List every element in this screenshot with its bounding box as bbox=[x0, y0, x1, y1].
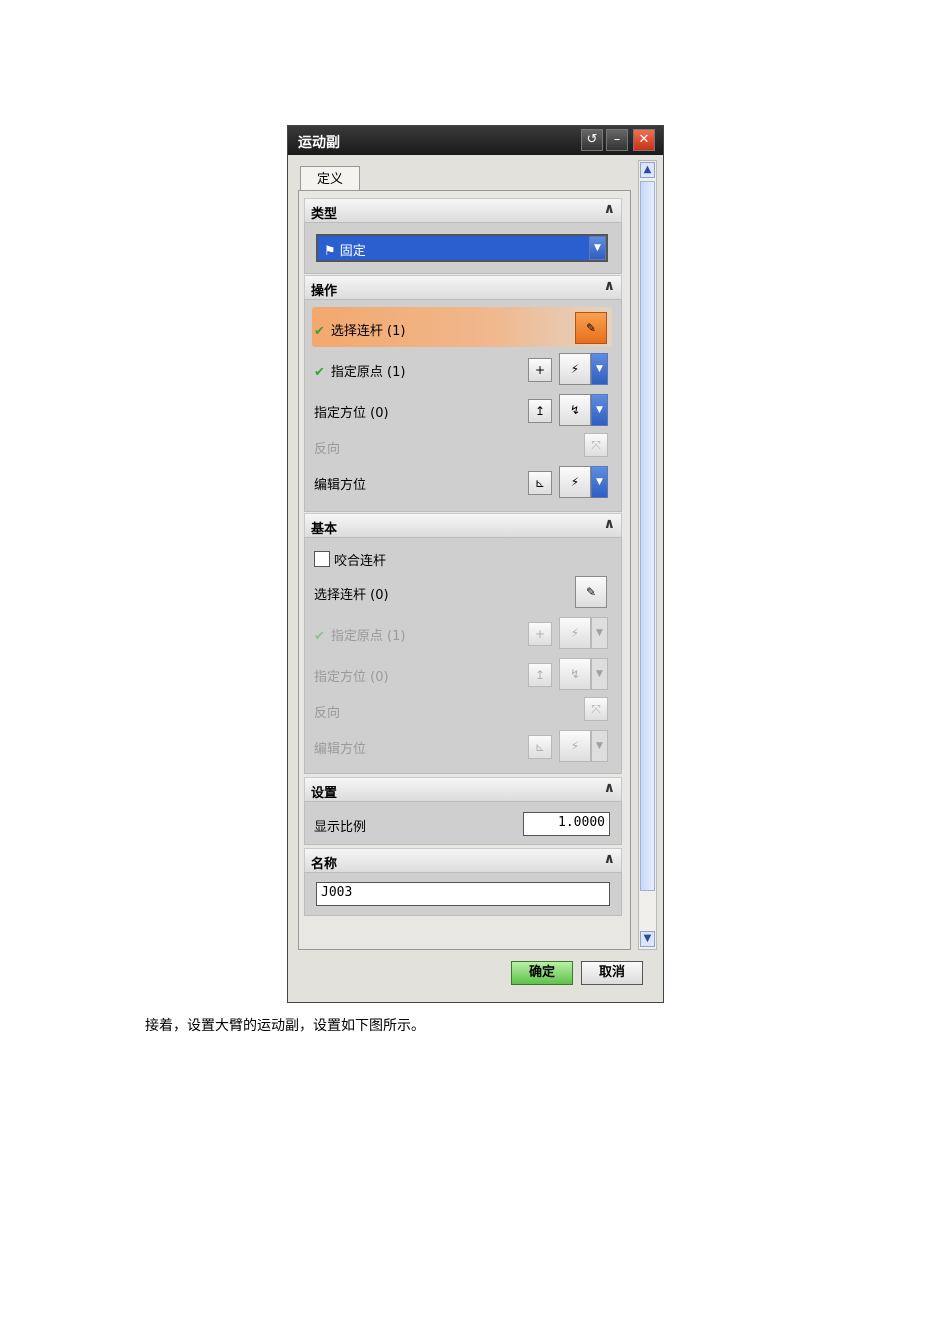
checkmark-icon: ✔ bbox=[314, 324, 325, 339]
base-csys-dialog-icon[interactable]: ⊾ bbox=[528, 735, 552, 759]
csys-dialog-icon[interactable]: ⊾ bbox=[528, 471, 552, 495]
base-specify-orientation-label: 指定方位 (0) bbox=[314, 670, 389, 685]
csys-dropdown-arrow-icon[interactable]: ▼ bbox=[591, 466, 608, 498]
collapse-icon[interactable]: ∧ bbox=[604, 780, 615, 796]
base-select-link-label: 选择连杆 (0) bbox=[314, 588, 389, 603]
collapse-icon[interactable]: ∧ bbox=[604, 851, 615, 867]
origin-dropdown-arrow-icon[interactable]: ▼ bbox=[591, 353, 608, 385]
tab-definition[interactable]: 定义 bbox=[300, 166, 360, 192]
edit-orientation-label: 编辑方位 bbox=[314, 478, 367, 493]
base-reverse-row: 反向 bbox=[314, 702, 340, 721]
specify-orientation-row: 指定方位 (0) bbox=[314, 402, 389, 421]
base-select-link-pencil-icon[interactable]: ✎ bbox=[575, 576, 607, 608]
point-inference-icon[interactable]: ⚡ bbox=[559, 353, 591, 385]
collapse-icon[interactable]: ∧ bbox=[604, 278, 615, 294]
mesh-link-row[interactable]: 咬合连杆 bbox=[314, 550, 386, 569]
scroll-up-icon[interactable]: ▲ bbox=[640, 162, 655, 178]
section-header-type[interactable]: 类型 ∧ bbox=[304, 198, 622, 223]
section-header-base[interactable]: 基本 ∧ bbox=[304, 513, 622, 538]
mesh-link-checkbox[interactable] bbox=[314, 551, 330, 567]
base-reverse-label: 反向 bbox=[314, 706, 341, 721]
display-scale-input[interactable]: 1.0000 bbox=[523, 812, 610, 836]
base-origin-dropdown-arrow-icon[interactable]: ▼ bbox=[591, 617, 608, 649]
csys-inference-icon[interactable]: ⚡ bbox=[559, 466, 591, 498]
display-scale-row: 显示比例 bbox=[314, 816, 366, 835]
specify-orientation-label: 指定方位 (0) bbox=[314, 406, 389, 421]
vector-inference-icon[interactable]: ↯ bbox=[559, 394, 591, 426]
specify-origin-row: ✔ 指定原点 (1) bbox=[314, 361, 405, 380]
dialog-title: 运动副 bbox=[298, 135, 340, 151]
motion-pair-dialog: 运动副 ↺ – ✕ 定义 ▲ ▼ 类型 ∧ ⚑ 固定 ▼ 操作 ∧ ✔ 选择连杆 … bbox=[287, 125, 664, 1003]
base-specify-origin-row: ✔ 指定原点 (1) bbox=[314, 625, 405, 644]
base-select-link-row: 选择连杆 (0) bbox=[314, 584, 389, 603]
base-specify-origin-label: 指定原点 (1) bbox=[330, 629, 406, 644]
base-specify-orientation-row: 指定方位 (0) bbox=[314, 666, 389, 685]
section-header-name[interactable]: 名称 ∧ bbox=[304, 848, 622, 873]
base-csys-dropdown-arrow-icon[interactable]: ▼ bbox=[591, 730, 608, 762]
base-vector-dialog-icon[interactable]: ↥ bbox=[528, 663, 552, 687]
section-title-name: 名称 bbox=[311, 857, 338, 872]
type-dropdown[interactable]: ⚑ 固定 ▼ bbox=[316, 234, 608, 262]
checkmark-icon: ✔ bbox=[314, 365, 325, 380]
section-title-operation: 操作 bbox=[311, 284, 338, 299]
ok-button[interactable]: 确定 bbox=[511, 961, 573, 985]
base-orientation-dropdown-arrow-icon[interactable]: ▼ bbox=[591, 658, 608, 690]
mesh-link-label: 咬合连杆 bbox=[334, 554, 387, 569]
select-link-pencil-icon[interactable]: ✎ bbox=[575, 312, 607, 344]
select-link-row[interactable]: ✔ 选择连杆 (1) bbox=[314, 320, 405, 339]
collapse-icon[interactable]: ∧ bbox=[604, 516, 615, 532]
vector-dialog-icon[interactable]: ↥ bbox=[528, 399, 552, 423]
collapse-icon[interactable]: ∧ bbox=[604, 201, 615, 217]
reverse-row: 反向 bbox=[314, 438, 340, 457]
base-reverse-direction-icon[interactable]: ⤧ bbox=[584, 697, 608, 721]
base-vector-inference-icon[interactable]: ↯ bbox=[559, 658, 591, 690]
document-caption: 接着，设置大臂的运动副，设置如下图所示。 bbox=[145, 1018, 425, 1034]
base-point-dialog-icon[interactable]: + bbox=[528, 622, 552, 646]
scroll-thumb[interactable] bbox=[640, 181, 655, 891]
point-dialog-icon[interactable]: + bbox=[528, 358, 552, 382]
name-input[interactable]: J003 bbox=[316, 882, 610, 906]
select-link-label: 选择连杆 (1) bbox=[330, 324, 406, 339]
title-bar[interactable]: 运动副 ↺ – ✕ bbox=[288, 126, 663, 155]
base-point-inference-icon[interactable]: ⚡ bbox=[559, 617, 591, 649]
section-header-settings[interactable]: 设置 ∧ bbox=[304, 777, 622, 802]
vertical-scrollbar[interactable]: ▲ ▼ bbox=[638, 160, 657, 950]
reverse-label: 反向 bbox=[314, 442, 341, 457]
type-selected-value: 固定 bbox=[339, 244, 366, 259]
edit-orientation-row: 编辑方位 bbox=[314, 474, 366, 493]
section-title-type: 类型 bbox=[311, 207, 338, 222]
minimize-icon[interactable]: – bbox=[606, 129, 628, 151]
fixed-joint-icon: ⚑ bbox=[324, 244, 336, 259]
close-icon[interactable]: ✕ bbox=[633, 129, 655, 151]
orientation-dropdown-arrow-icon[interactable]: ▼ bbox=[591, 394, 608, 426]
section-header-operation[interactable]: 操作 ∧ bbox=[304, 275, 622, 300]
dropdown-arrow-icon[interactable]: ▼ bbox=[589, 236, 606, 260]
reverse-direction-icon[interactable]: ⤧ bbox=[584, 433, 608, 457]
checkmark-icon: ✔ bbox=[314, 629, 325, 644]
section-title-base: 基本 bbox=[311, 522, 338, 537]
base-csys-inference-icon[interactable]: ⚡ bbox=[559, 730, 591, 762]
scroll-down-icon[interactable]: ▼ bbox=[640, 931, 655, 947]
cancel-button[interactable]: 取消 bbox=[581, 961, 643, 985]
specify-origin-label: 指定原点 (1) bbox=[330, 365, 406, 380]
reset-icon[interactable]: ↺ bbox=[581, 129, 603, 151]
display-scale-label: 显示比例 bbox=[314, 820, 367, 835]
base-edit-orientation-label: 编辑方位 bbox=[314, 742, 367, 757]
base-edit-orientation-row: 编辑方位 bbox=[314, 738, 366, 757]
section-title-settings: 设置 bbox=[311, 786, 338, 801]
